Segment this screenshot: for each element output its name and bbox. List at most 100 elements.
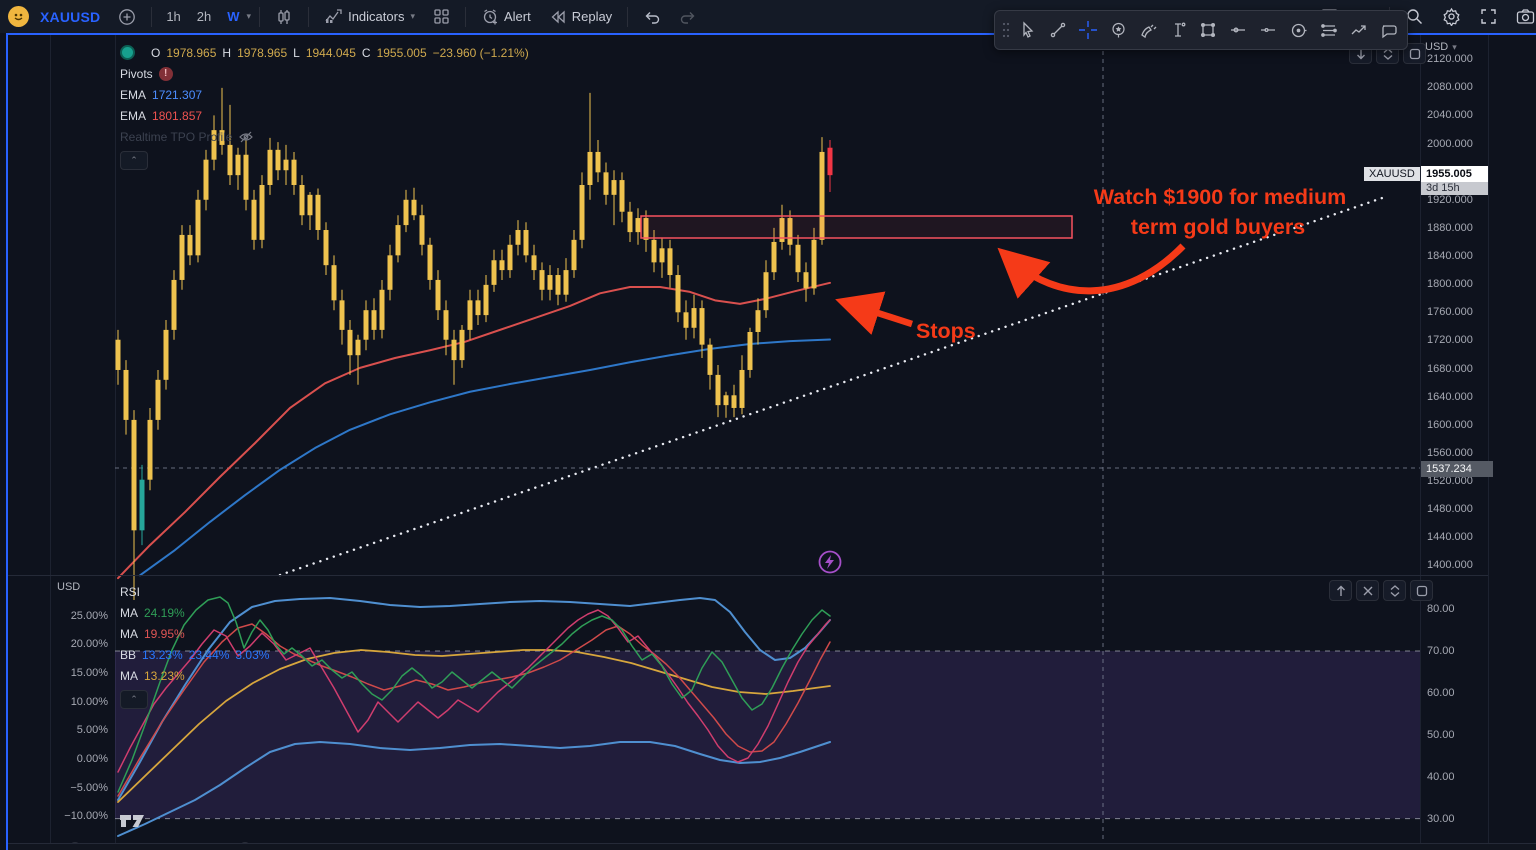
- rsi-ma1-label: MA: [120, 605, 138, 620]
- red-annotations[interactable]: Watch $1900 for medium term gold buyers St…: [835, 185, 1347, 343]
- ohlc-row[interactable]: O 1978.965 H 1978.965 L 1944.045 C 1955.…: [120, 42, 529, 63]
- smiley-logo-icon: [14, 13, 23, 21]
- main-pane-legend: O 1978.965 H 1978.965 L 1944.045 C 1955.…: [120, 42, 529, 170]
- rsi-ma2-row[interactable]: MA 19.95%: [120, 623, 269, 644]
- rsi-ma1-row[interactable]: MA 24.19%: [120, 602, 269, 623]
- chart-style-button[interactable]: [268, 4, 300, 30]
- gear-icon: [1443, 7, 1460, 26]
- floating-drawing-toolbar: [994, 10, 1408, 50]
- rsi-right-scale[interactable]: 80.00 70.00 60.00 50.00 40.00 30.00: [1421, 0, 1487, 850]
- rsi-maximize-pane-button[interactable]: [1410, 580, 1433, 601]
- chart-selection-border-left: [6, 33, 8, 850]
- arrow-marker-tool[interactable]: [1343, 15, 1373, 45]
- support-zone-rectangle[interactable]: [640, 215, 1073, 239]
- axis-tick: 60.00: [1427, 686, 1455, 699]
- replay-button[interactable]: Replay: [542, 4, 619, 30]
- stops-annotation: Stops: [916, 319, 976, 343]
- dotted-trendline[interactable]: [278, 194, 1390, 577]
- text-cursor-icon: [1175, 22, 1186, 37]
- rsi-left-scale-currency[interactable]: USD: [57, 581, 80, 593]
- crosshair-tool[interactable]: [1073, 15, 1103, 45]
- tpo-indicator-row[interactable]: Realtime TPO Profile: [120, 126, 529, 147]
- ema-fast-row[interactable]: EMA 1721.307: [120, 84, 529, 105]
- rsi-legend-collapse-button[interactable]: ⌃: [120, 690, 148, 709]
- pivots-indicator-row[interactable]: Pivots !: [120, 63, 529, 84]
- callout-bubble-icon: [1381, 24, 1397, 38]
- symbol-button[interactable]: XAUUSD: [33, 4, 107, 30]
- brush-tool[interactable]: [1133, 15, 1163, 45]
- axis-tick: 20.00%: [70, 638, 108, 651]
- callout-tool[interactable]: [1373, 15, 1403, 45]
- high-value: 1978.965: [237, 45, 288, 60]
- rsi-collapse-pane-button[interactable]: [1383, 580, 1406, 601]
- tradingview-logo[interactable]: [120, 811, 150, 831]
- tradingview-window: Watch $1900 for medium term gold buyers St…: [0, 0, 1536, 850]
- last-price-label: 1955.005 3d 15h: [1421, 166, 1488, 195]
- undo-button[interactable]: [636, 4, 668, 30]
- undo-icon: [645, 11, 660, 24]
- rsi-ma3-value: 13.23%: [144, 668, 185, 683]
- plus-circle-icon: [119, 8, 136, 25]
- cursor-tool[interactable]: [1013, 15, 1043, 45]
- account-avatar[interactable]: [8, 6, 29, 27]
- change-value: −23.960 (−1.21%): [432, 45, 529, 60]
- legend-collapse-button[interactable]: ⌃: [120, 151, 148, 170]
- rsi-bb-value2: 23.44%: [188, 647, 230, 662]
- close-icon: [1363, 586, 1372, 595]
- eye-hidden-icon[interactable]: [238, 129, 254, 145]
- fullscreen-button[interactable]: [1472, 4, 1505, 30]
- rsi-ma3-row[interactable]: MA 13.23%: [120, 665, 269, 686]
- timeframe-1h-button[interactable]: 1h: [160, 4, 186, 30]
- indicator-templates-button[interactable]: [426, 4, 457, 30]
- circle-tool[interactable]: [1283, 15, 1313, 45]
- tpo-label: Realtime TPO Profile: [120, 129, 233, 144]
- rsi-title: RSI: [120, 584, 141, 599]
- indicators-button[interactable]: Indicators ▾: [317, 4, 422, 30]
- rsi-left-scale[interactable]: 25.00% 20.00% 15.00% 10.00% 5.00% 0.00% −5.00%…: [50, 0, 114, 850]
- horizontal-line-tool[interactable]: [1253, 15, 1283, 45]
- rsi-bb-value3: 3.03%: [235, 647, 270, 662]
- redo-button[interactable]: [672, 4, 704, 30]
- timeframe-weekly-button[interactable]: W: [221, 4, 241, 30]
- rectangle-icon: [1200, 22, 1216, 38]
- snapshot-button[interactable]: [1509, 4, 1536, 30]
- rectangle-tool[interactable]: [1193, 15, 1223, 45]
- close-pane-button[interactable]: [1356, 580, 1379, 601]
- rsi-title-row[interactable]: RSI: [120, 581, 269, 602]
- move-pane-up-button[interactable]: [1329, 580, 1352, 601]
- fullscreen-icon: [1481, 9, 1496, 24]
- collapse-icon: [1390, 584, 1399, 597]
- pane-separator[interactable]: [8, 575, 1488, 576]
- axis-tick: 15.00%: [70, 667, 108, 679]
- replay-rewind-icon: [551, 10, 565, 23]
- arrow-up-icon: [1336, 585, 1345, 596]
- maximize-icon: [1416, 585, 1427, 596]
- timeframe-menu-caret[interactable]: ▾: [247, 11, 252, 22]
- alert-clock-icon: [483, 8, 497, 24]
- axis-tick: 50.00: [1427, 728, 1455, 741]
- watch-annotation-line1: Watch $1900 for medium: [1094, 185, 1347, 209]
- toolbar-drag-handle[interactable]: [999, 22, 1013, 38]
- timeframe-2h-button[interactable]: 2h: [191, 4, 217, 30]
- crosshair-price-label: 1537.234: [1421, 461, 1493, 477]
- trend-line-tool[interactable]: [1043, 15, 1073, 45]
- time-axis-strip[interactable]: [8, 843, 1536, 850]
- text-tool[interactable]: [1163, 15, 1193, 45]
- redo-icon: [681, 11, 695, 24]
- price-scale-currency[interactable]: USD ▾: [1425, 41, 1457, 53]
- ema-slow-row[interactable]: EMA 1801.857: [120, 105, 529, 126]
- compare-add-button[interactable]: [111, 4, 143, 30]
- settings-button[interactable]: [1435, 4, 1468, 30]
- rsi-pane-legend: RSI MA 24.19% MA 19.95% BB 13.23% 23.44%…: [120, 581, 269, 709]
- emoji-sticker-tool[interactable]: [1103, 15, 1133, 45]
- horizontal-ray-tool[interactable]: [1223, 15, 1253, 45]
- rsi-bb-row[interactable]: BB 13.23% 23.44% 3.03%: [120, 644, 269, 665]
- indicator-error-icon[interactable]: !: [158, 66, 173, 81]
- axis-tick: 10.00%: [70, 695, 108, 708]
- trend-line-icon: [1050, 22, 1066, 38]
- parallel-lines-tool[interactable]: [1313, 15, 1343, 45]
- alert-button[interactable]: Alert: [474, 4, 538, 30]
- horizontal-line-icon: [1261, 27, 1275, 33]
- watch-annotation-line2: term gold buyers: [1131, 215, 1305, 239]
- indicators-caret: ▾: [410, 11, 415, 21]
